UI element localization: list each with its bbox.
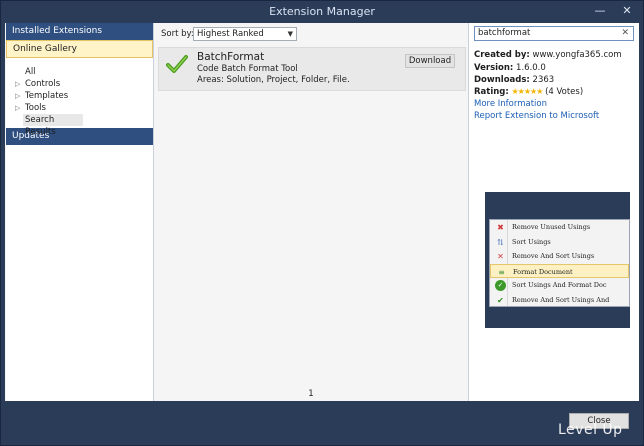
results-pane: Sort by: Highest Ranked ▼ BatchFormat Co… — [155, 23, 467, 401]
nav-online-gallery[interactable]: Online Gallery — [6, 40, 153, 58]
sort-value: Highest Ranked — [197, 29, 264, 39]
result-areas: Areas: Solution, Project, Folder, File. — [197, 75, 350, 85]
check-icon: ✔ — [497, 295, 504, 305]
expand-arrow-icon[interactable]: ▷ — [15, 78, 20, 90]
result-title: BatchFormat — [197, 51, 265, 63]
title-bar: Extension Manager — ✕ — [1, 1, 643, 23]
remove-sort-icon: ✕ — [497, 252, 504, 261]
window-title: Extension Manager — [269, 5, 375, 18]
nav-item-label: Tools — [25, 103, 46, 113]
expand-arrow-icon[interactable]: ▷ — [15, 90, 20, 102]
watermark: Level Up — [558, 422, 623, 438]
preview-menu-item: ⇅ Sort Usings — [490, 235, 629, 250]
extension-check-icon — [166, 55, 188, 73]
result-item-batchformat[interactable]: BatchFormat Code Batch Format Tool Areas… — [158, 47, 466, 91]
nav-item-label: Templates — [25, 91, 69, 101]
star-rating-icon: ★★★★★ — [511, 87, 544, 96]
nav-item-templates[interactable]: ▷ Templates — [6, 90, 153, 102]
rating-label: Rating: — [474, 87, 509, 97]
nav-item-controls[interactable]: ▷ Controls — [6, 78, 153, 90]
downloads: Downloads: 2363 — [474, 75, 554, 85]
expand-arrow-icon[interactable]: ▷ — [15, 102, 20, 114]
close-icon[interactable]: ✕ — [621, 27, 629, 40]
search-input[interactable]: batchformat ✕ — [474, 26, 634, 41]
extension-manager-window: Extension Manager — ✕ Installed Extensio… — [0, 0, 644, 446]
preview-context-menu: ✖ Remove Unused Usings ⇅ Sort Usings ✕ R… — [489, 219, 630, 307]
created-by-label: Created by: — [474, 50, 530, 60]
version-label: Version: — [474, 63, 514, 73]
footer-bar — [5, 403, 639, 443]
preview-menu-item: ✖ Remove Unused Usings — [490, 220, 629, 235]
green-check-icon: ✓ — [495, 280, 506, 291]
sort-label: Sort by: — [161, 29, 194, 39]
sort-dropdown[interactable]: Highest Ranked ▼ — [193, 27, 297, 41]
nav-item-all[interactable]: All — [6, 66, 153, 78]
preview-menu-item: ✕ Remove And Sort Usings — [490, 249, 629, 264]
minimize-button[interactable]: — — [591, 3, 609, 19]
download-button[interactable]: Download — [405, 54, 455, 68]
rating-votes: (4 Votes) — [545, 87, 584, 97]
remove-unused-icon: ✖ — [497, 223, 504, 232]
nav-item-label: Search Results — [25, 115, 56, 137]
details-pane: batchformat ✕ Created by: www.yongfa365.… — [468, 23, 639, 401]
downloads-label: Downloads: — [474, 75, 530, 85]
preview-menu-item: ✓ Sort Usings And Format Doc — [490, 278, 629, 293]
left-nav: Installed Extensions Online Gallery All … — [6, 23, 154, 401]
preview-menu-item: ✔ Remove And Sort Usings And — [490, 293, 629, 308]
nav-item-label: All — [25, 67, 36, 77]
nav-installed-extensions[interactable]: Installed Extensions — [6, 23, 153, 40]
created-by: Created by: www.yongfa365.com — [474, 50, 622, 60]
nav-item-tools[interactable]: ▷ Tools — [6, 102, 153, 114]
close-window-button[interactable]: ✕ — [618, 3, 636, 19]
search-value: batchformat — [478, 28, 531, 38]
preview-image: ✖ Remove Unused Usings ⇅ Sort Usings ✕ R… — [485, 192, 630, 328]
page-number[interactable]: 1 — [155, 389, 467, 399]
created-by-value: www.yongfa365.com — [532, 50, 622, 60]
nav-item-search-results[interactable]: Search Results — [23, 114, 83, 137]
sort-icon: ⇅ — [497, 237, 504, 247]
chevron-down-icon: ▼ — [287, 30, 293, 38]
report-extension-link[interactable]: Report Extension to Microsoft — [474, 111, 599, 121]
format-icon: ≡ — [498, 267, 505, 277]
more-information-link[interactable]: More Information — [474, 99, 547, 109]
result-description: Code Batch Format Tool — [197, 64, 298, 74]
nav-item-label: Controls — [25, 79, 61, 89]
version: Version: 1.6.0.0 — [474, 63, 546, 73]
main-area: Installed Extensions Online Gallery All … — [5, 23, 639, 401]
rating: Rating: ★★★★★ (4 Votes) — [474, 87, 583, 97]
preview-menu-item: ≡ Format Document — [490, 263, 629, 278]
downloads-value: 2363 — [532, 75, 555, 85]
version-value: 1.6.0.0 — [516, 63, 546, 73]
